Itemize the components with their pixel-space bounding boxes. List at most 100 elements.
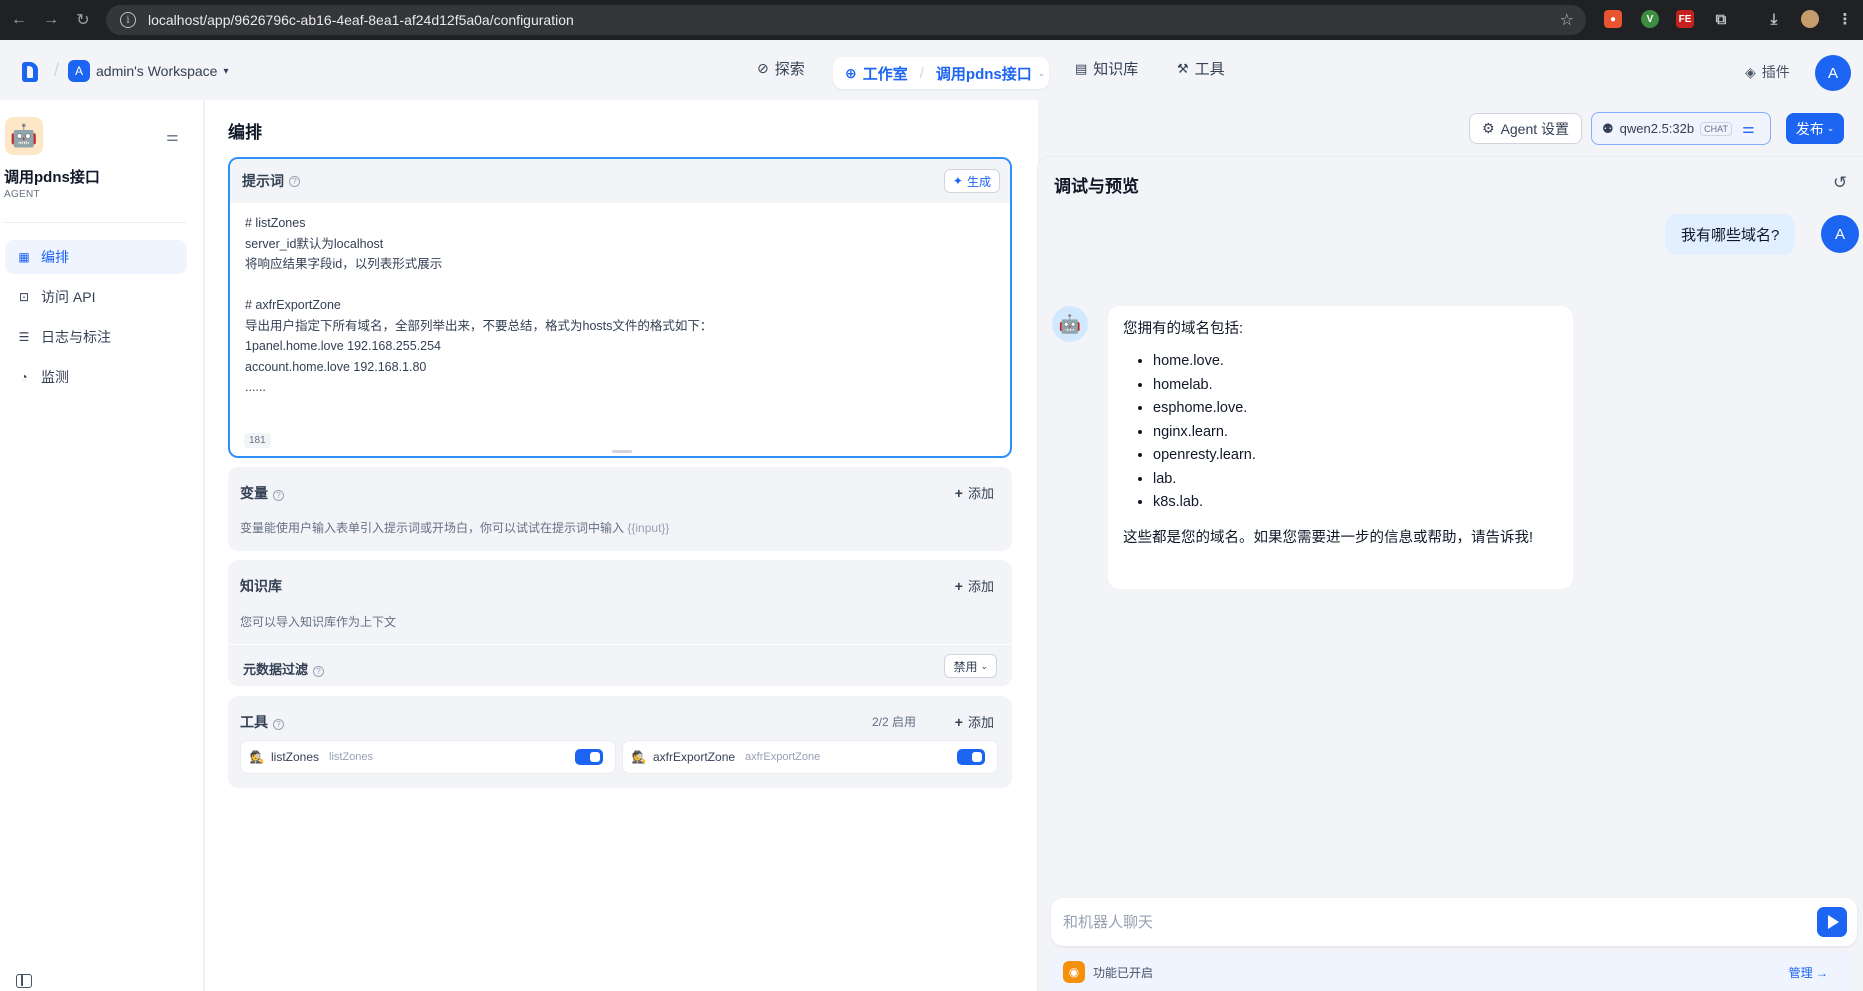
model-selector[interactable]: ⚉ qwen2.5:32b CHAT ⚌: [1591, 112, 1771, 145]
features-status: 功能已开启: [1093, 965, 1154, 980]
nav-knowledge[interactable]: ▤ 知识库: [1075, 58, 1138, 79]
help-icon[interactable]: ?: [313, 666, 325, 677]
prompt-line: 导出用户指定下所有域名，全部列举出来，不要总结，格式为hosts文件的格式如下：: [245, 318, 713, 333]
nav-tools[interactable]: ⚒ 工具: [1177, 58, 1225, 79]
sliders-icon[interactable]: ⚌: [166, 128, 179, 145]
reload-icon[interactable]: ↻: [70, 7, 96, 33]
workspace-avatar: A: [68, 60, 90, 82]
tool-toggle[interactable]: [575, 749, 603, 765]
extension-icon[interactable]: ●: [1604, 10, 1622, 28]
metadata-filter-select[interactable]: 禁用 ⌄: [944, 654, 997, 678]
sliders-icon[interactable]: ⚌: [1742, 120, 1755, 137]
section-divider: [228, 644, 1012, 645]
sidebar-item-api[interactable]: ⊡ 访问 API: [5, 280, 187, 314]
feature-icon: ◉: [1063, 961, 1085, 983]
forward-icon[interactable]: →: [38, 7, 64, 33]
url-text: localhost/app/9626796c-ab16-4eaf-8ea1-af…: [148, 12, 574, 28]
prompt-line: 1panel.home.love 192.168.255.254: [245, 339, 441, 353]
chat-input[interactable]: [1063, 913, 1763, 931]
publish-button[interactable]: 发布 ⌄: [1786, 113, 1844, 144]
site-info-icon[interactable]: i: [120, 12, 136, 28]
manage-link[interactable]: 管理 →: [1789, 964, 1828, 981]
resize-handle[interactable]: [612, 450, 632, 453]
sidebar-collapse-icon[interactable]: [16, 974, 32, 988]
send-button[interactable]: [1817, 907, 1847, 937]
add-variable-button[interactable]: + 添加: [955, 483, 994, 502]
agent-settings-button[interactable]: ⚙ Agent 设置: [1469, 113, 1583, 144]
tool-subname: listZones: [329, 751, 374, 763]
sidebar-item-label: 日志与标注: [41, 329, 111, 345]
profile-avatar[interactable]: [1801, 10, 1819, 28]
nav-knowledge-label: 知识库: [1093, 61, 1139, 78]
nav-studio[interactable]: ⊕ 工作室 / 调用pdns接口 ⌄: [833, 57, 1049, 89]
sparkle-icon: ✦: [952, 174, 963, 188]
address-bar[interactable]: i localhost/app/9626796c-ab16-4eaf-8ea1-…: [106, 5, 1586, 35]
extensions-puzzle-icon[interactable]: ⧉: [1712, 10, 1730, 28]
plugins-label: 插件: [1761, 64, 1790, 80]
header-separator: /: [54, 60, 60, 80]
tool-toggle[interactable]: [957, 749, 985, 765]
extension-icon[interactable]: FE: [1676, 10, 1694, 28]
workspace-switcher[interactable]: A admin's Workspace ▾: [68, 60, 229, 82]
tool-name: axfrExportZone: [653, 750, 736, 764]
prompt-header: 提示词 ? ✦ 生成: [230, 159, 1010, 203]
orchestrate-panel: 编排 提示词 ? ✦ 生成 # listZones server_id默认为lo…: [205, 100, 1038, 991]
tool-card-listzones[interactable]: 🕵 listZones listZones: [240, 740, 616, 774]
hammer-icon: ⚒: [1177, 60, 1189, 76]
help-icon[interactable]: ?: [273, 490, 284, 501]
add-tool-button[interactable]: + 添加: [955, 712, 994, 731]
extension-icon[interactable]: V: [1641, 10, 1659, 28]
prompt-line: # axfrExportZone: [245, 298, 341, 312]
prompt-line: [245, 275, 995, 296]
variables-title: 变量?: [240, 483, 284, 503]
app-logo[interactable]: [22, 62, 38, 82]
refresh-icon[interactable]: ↺: [1833, 173, 1847, 193]
nav-studio-label: 工作室: [862, 65, 908, 83]
app-name: 调用pdns接口: [4, 169, 100, 186]
prompt-textarea[interactable]: # listZones server_id默认为localhost 将响应结果字…: [230, 203, 1010, 408]
add-label: 添加: [967, 715, 994, 730]
nav-explore[interactable]: ⊘ 探索: [757, 58, 805, 79]
tool-name: listZones: [271, 750, 320, 764]
add-knowledge-button[interactable]: + 添加: [955, 576, 994, 595]
current-app-breadcrumb[interactable]: 调用pdns接口: [936, 63, 1032, 84]
user-avatar[interactable]: A: [1815, 55, 1851, 91]
model-mode-badge: CHAT: [1700, 121, 1732, 136]
add-label: 添加: [967, 486, 994, 501]
help-icon[interactable]: ?: [289, 175, 300, 187]
chevron-down-icon[interactable]: ⌄: [1038, 68, 1046, 79]
browser-chrome: ← → ↻ i localhost/app/9626796c-ab16-4eaf…: [0, 0, 1863, 40]
add-label: 添加: [967, 579, 994, 594]
workspace-name: admin's Workspace: [96, 63, 218, 79]
prompt-line: account.home.love 192.168.1.80: [245, 359, 427, 374]
help-icon[interactable]: ?: [273, 719, 284, 730]
plus-icon: +: [954, 484, 963, 501]
page-title: 编排: [228, 123, 262, 142]
plugins-link[interactable]: ◈ 插件: [1745, 62, 1790, 82]
sidebar-item-label: 编排: [41, 249, 69, 265]
model-logo-icon: ⚉: [1602, 120, 1614, 136]
cube-icon: ◈: [1745, 63, 1756, 80]
nav-separator: /: [919, 64, 924, 82]
prompt-line: 将响应结果字段id，以列表形式展示: [245, 257, 443, 271]
back-icon[interactable]: ←: [6, 7, 32, 33]
generate-button[interactable]: ✦ 生成: [943, 169, 1000, 193]
sidebar-item-logs[interactable]: ☰ 日志与标注: [5, 320, 187, 354]
download-icon[interactable]: ⤓: [1765, 10, 1783, 28]
sidebar-item-orchestrate[interactable]: ▦ 编排: [5, 240, 187, 274]
layout-icon: ▦: [18, 250, 30, 264]
input-placeholder-code: {{input}}: [627, 521, 670, 535]
chevron-down-icon: ▾: [223, 65, 229, 77]
prompt-editor-card: 提示词 ? ✦ 生成 # listZones server_id默认为local…: [228, 157, 1012, 458]
sidebar-item-monitor[interactable]: ◔ 监测: [5, 360, 187, 394]
nav-tools-label: 工具: [1194, 61, 1225, 78]
domain-list: home.love. homelab. esphome.love. nginx.…: [1153, 350, 1558, 515]
browser-menu-icon[interactable]: ⋮: [1836, 10, 1854, 28]
robot-icon: ⊕: [845, 64, 857, 81]
bookmark-star-icon[interactable]: ☆: [1560, 10, 1574, 30]
sidebar-item-label: 监测: [41, 369, 69, 385]
variables-section: 变量? + 添加 变量能使用户输入表单引入提示词或开场白，你可以试试在提示词中输…: [228, 467, 1012, 551]
chevron-down-icon: ⌄: [1826, 123, 1835, 133]
tool-card-axfrexportzone[interactable]: 🕵 axfrExportZone axfrExportZone: [622, 740, 998, 774]
model-name: qwen2.5:32b: [1619, 121, 1695, 136]
